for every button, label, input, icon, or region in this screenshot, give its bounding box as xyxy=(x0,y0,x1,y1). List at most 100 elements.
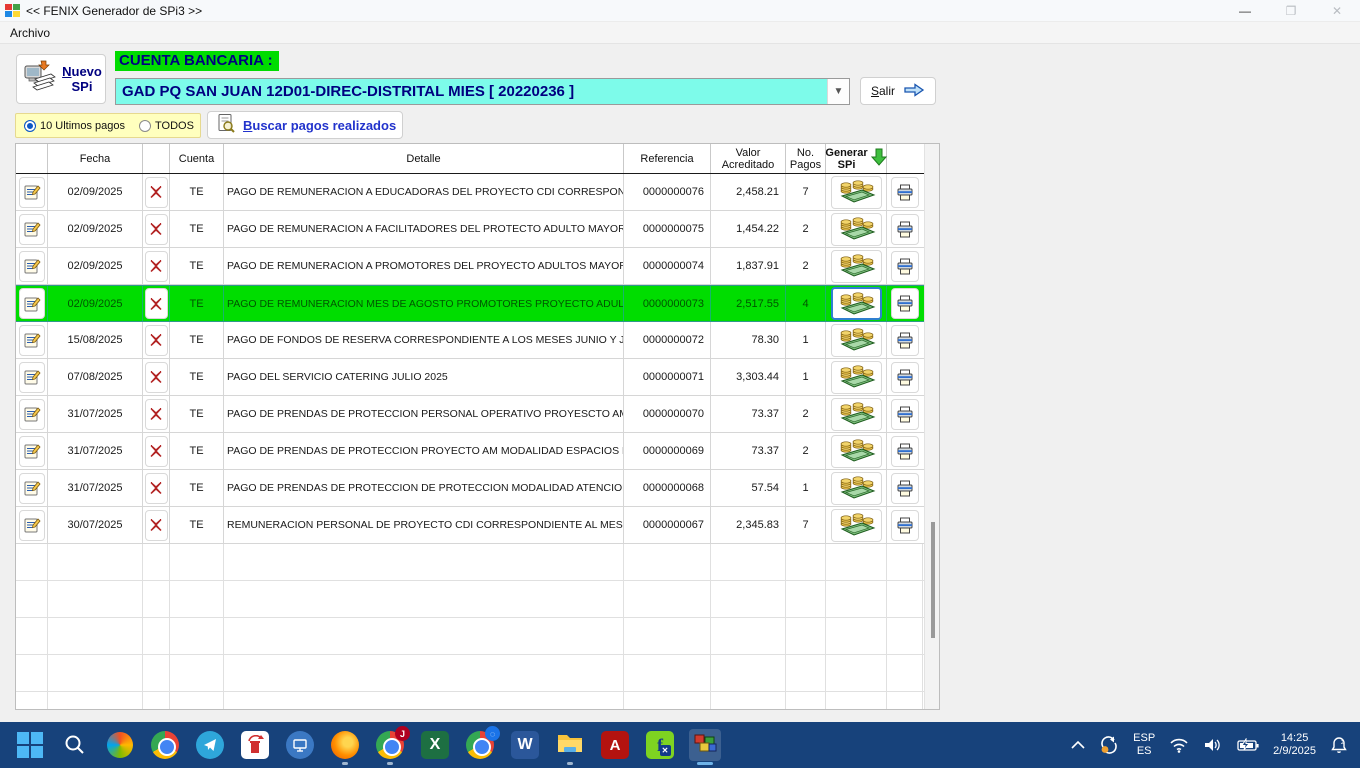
edit-payment-button[interactable] xyxy=(19,399,45,430)
table-row[interactable]: 15/08/2025 TE PAGO DE FONDOS DE RESERVA … xyxy=(16,322,939,359)
speaker-icon[interactable] xyxy=(1203,737,1223,753)
delete-payment-button[interactable] xyxy=(145,325,168,356)
print-button[interactable] xyxy=(891,214,919,245)
taskbar-remote-desktop[interactable] xyxy=(284,729,316,761)
taskbar-telegram[interactable] xyxy=(194,729,226,761)
no-pagos-cell: 4 xyxy=(786,286,826,321)
taskbar-fenix-spi3-active[interactable] xyxy=(689,729,721,761)
edit-payment-button[interactable] xyxy=(19,473,45,504)
taskbar-firefox[interactable] xyxy=(329,729,361,761)
empty-cell xyxy=(624,618,711,654)
delete-payment-button[interactable] xyxy=(145,288,168,319)
print-button[interactable] xyxy=(891,510,919,541)
empty-cell xyxy=(143,655,170,691)
taskbar-copilot[interactable] xyxy=(104,729,136,761)
print-button[interactable] xyxy=(891,362,919,393)
delete-payment-button[interactable] xyxy=(145,436,168,467)
print-button[interactable] xyxy=(891,436,919,467)
generar-spi-button[interactable] xyxy=(831,324,882,357)
print-button[interactable] xyxy=(891,251,919,282)
print-button[interactable] xyxy=(891,325,919,356)
tray-chevron-up-icon[interactable] xyxy=(1071,741,1085,749)
taskbar-chrome[interactable] xyxy=(149,729,181,761)
edit-payment-button[interactable] xyxy=(19,288,45,319)
generar-spi-button[interactable] xyxy=(831,361,882,394)
table-vertical-scrollbar[interactable] xyxy=(924,144,939,709)
table-row[interactable]: 31/07/2025 TE PAGO DE PRENDAS DE PROTECC… xyxy=(16,470,939,507)
menu-archivo[interactable]: Archivo xyxy=(0,26,60,40)
delete-payment-button[interactable] xyxy=(145,399,168,430)
clock[interactable]: 14:252/9/2025 xyxy=(1273,732,1316,758)
edit-payment-button[interactable] xyxy=(19,251,45,282)
table-row[interactable]: 31/07/2025 TE PAGO DE PRENDAS DE PROTECC… xyxy=(16,396,939,433)
delete-payment-button[interactable] xyxy=(145,251,168,282)
nuevo-spi-button[interactable]: NuevoSPi xyxy=(16,54,106,104)
print-button[interactable] xyxy=(891,399,919,430)
delete-payment-button[interactable] xyxy=(145,510,168,541)
print-button[interactable] xyxy=(891,473,919,504)
generar-spi-button[interactable] xyxy=(831,213,882,246)
salir-button[interactable]: Salir xyxy=(860,77,936,105)
taskbar-excel[interactable]: X xyxy=(419,729,451,761)
cuenta-bancaria-select[interactable]: GAD PQ SAN JUAN 12D01-DIREC-DISTRITAL MI… xyxy=(115,78,850,105)
generar-spi-cell xyxy=(826,396,887,432)
taskbar-acrobat[interactable]: A xyxy=(599,729,631,761)
table-row[interactable]: 07/08/2025 TE PAGO DEL SERVICIO CATERING… xyxy=(16,359,939,396)
generar-spi-button[interactable] xyxy=(831,435,882,468)
chevron-down-icon[interactable]: ▼ xyxy=(827,79,849,104)
print-cell xyxy=(887,286,923,321)
generar-spi-button[interactable] xyxy=(831,287,882,320)
battery-icon[interactable] xyxy=(1237,738,1259,752)
taskbar-word[interactable]: W xyxy=(509,729,541,761)
taskbar-chrome-profile-2[interactable]: ◌ xyxy=(464,729,496,761)
edit-payment-button[interactable] xyxy=(19,214,45,245)
table-row[interactable]: 02/09/2025 TE PAGO DE REMUNERACION A FAC… xyxy=(16,211,939,248)
generar-spi-button[interactable] xyxy=(831,176,882,209)
close-button[interactable]: ✕ xyxy=(1314,0,1360,22)
taskbar-recycle-app[interactable] xyxy=(239,729,271,761)
taskbar-file-explorer[interactable] xyxy=(554,729,586,761)
edit-payment-button[interactable] xyxy=(19,510,45,541)
taskbar-chrome-profile-j[interactable]: J xyxy=(374,729,406,761)
minimize-button[interactable]: — xyxy=(1222,0,1268,22)
delete-cell xyxy=(143,174,170,210)
print-button[interactable] xyxy=(891,177,919,208)
delete-payment-button[interactable] xyxy=(145,177,168,208)
edit-payment-button[interactable] xyxy=(19,325,45,356)
edit-payment-button[interactable] xyxy=(19,362,45,393)
header-referencia: Referencia xyxy=(624,144,711,173)
language-indicator[interactable]: ESPES xyxy=(1133,732,1155,758)
taskbar-fenix-f[interactable]: f✕ xyxy=(644,729,676,761)
generar-spi-button[interactable] xyxy=(831,250,882,283)
generar-spi-button[interactable] xyxy=(831,398,882,431)
delete-payment-button[interactable] xyxy=(145,362,168,393)
table-row[interactable]: 02/09/2025 TE PAGO DE REMUNERACION MES D… xyxy=(16,285,939,322)
taskbar-search[interactable] xyxy=(59,729,91,761)
scrollbar-thumb[interactable] xyxy=(931,522,935,638)
table-row[interactable]: 02/09/2025 TE PAGO DE REMUNERACION A EDU… xyxy=(16,174,939,211)
table-row[interactable]: 30/07/2025 TE REMUNERACION PERSONAL DE P… xyxy=(16,507,939,544)
app-window-icon xyxy=(5,4,20,18)
start-button[interactable] xyxy=(14,729,46,761)
generar-spi-button[interactable] xyxy=(831,472,882,505)
valor-acreditado-cell: 78.30 xyxy=(711,322,786,358)
buscar-pagos-button[interactable]: Buscar pagos realizados xyxy=(207,111,403,139)
delete-payment-button[interactable] xyxy=(145,214,168,245)
sync-tray-icon[interactable] xyxy=(1099,735,1119,755)
delete-payment-button[interactable] xyxy=(145,473,168,504)
empty-cell xyxy=(170,692,224,710)
fecha-cell: 07/08/2025 xyxy=(48,359,143,395)
wifi-icon[interactable] xyxy=(1169,737,1189,753)
print-button[interactable] xyxy=(891,288,919,319)
edit-payment-button[interactable] xyxy=(19,177,45,208)
maximize-button[interactable]: ❐ xyxy=(1268,0,1314,22)
edit-payment-button[interactable] xyxy=(19,436,45,467)
notification-bell-icon[interactable]: z xyxy=(1330,736,1348,754)
radio-10-ultimos-pagos[interactable]: 10 Ultimos pagos xyxy=(24,120,125,132)
radio-todos[interactable]: TODOS xyxy=(139,120,194,132)
cuenta-cell: TE xyxy=(170,359,224,395)
table-row[interactable]: 02/09/2025 TE PAGO DE REMUNERACION A PRO… xyxy=(16,248,939,285)
table-row[interactable]: 31/07/2025 TE PAGO DE PRENDAS DE PROTECC… xyxy=(16,433,939,470)
generar-spi-button[interactable] xyxy=(831,509,882,542)
acrobat-icon: A xyxy=(601,731,629,759)
